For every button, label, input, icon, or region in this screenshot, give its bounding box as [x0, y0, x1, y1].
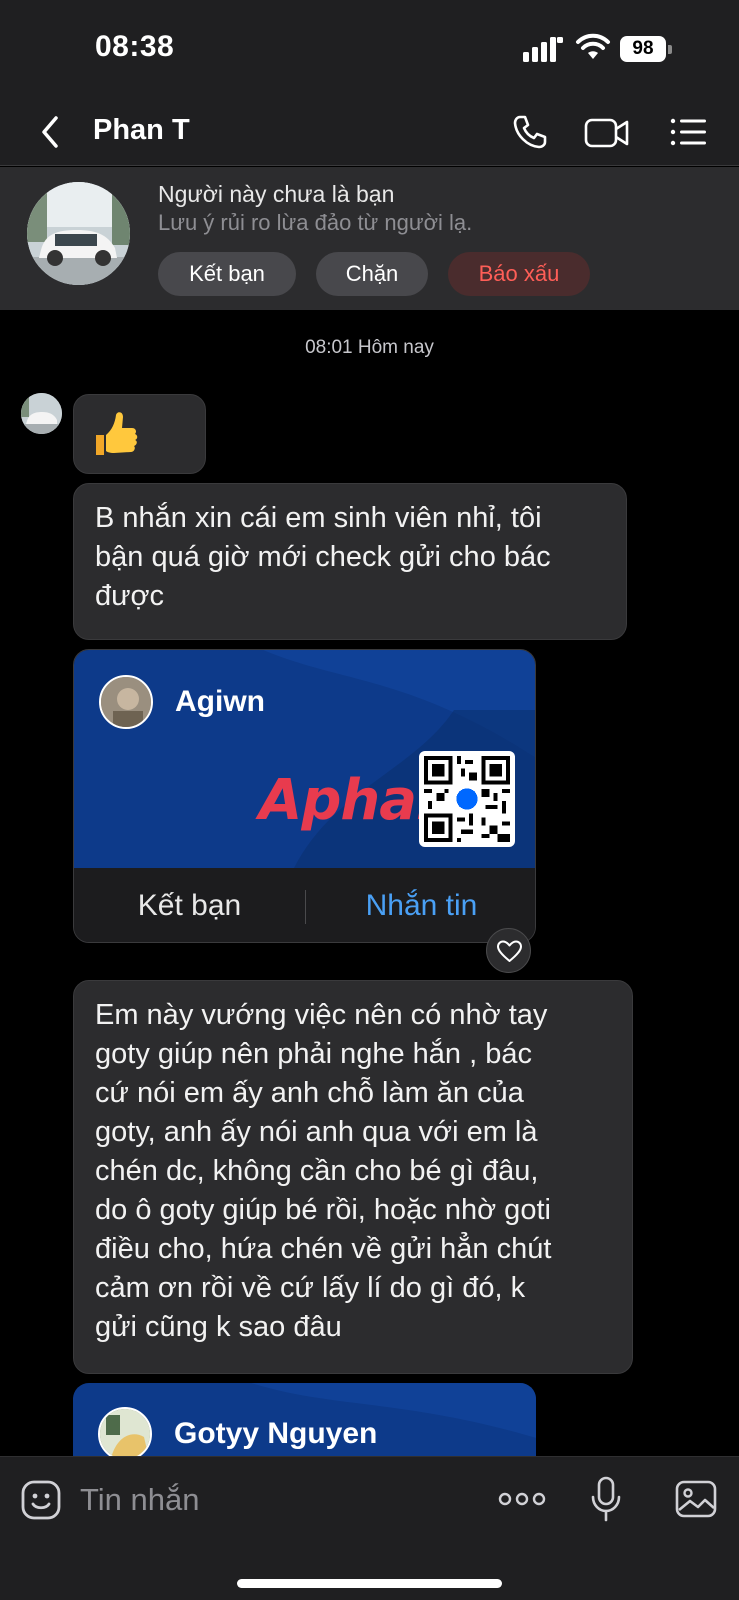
block-button[interactable]: Chặn	[316, 252, 428, 296]
text-message[interactable]: Em này vướng việc nên có nhờ tay goty gi…	[73, 980, 633, 1374]
heart-icon	[497, 940, 522, 962]
message-text: B nhắn xin cái em sinh viên nhỉ, tôi bận…	[95, 502, 551, 612]
text-message[interactable]: B nhắn xin cái em sinh viên nhỉ, tôi bận…	[73, 483, 627, 640]
qr-code	[419, 751, 515, 847]
sender-avatar[interactable]	[21, 393, 62, 434]
card-add-friend-button[interactable]: Kết bạn	[74, 868, 305, 942]
add-friend-button[interactable]: Kết bạn	[158, 252, 296, 296]
message-text: Em này vướng việc nên có nhờ tay goty gi…	[95, 999, 552, 1343]
status-bar: 08:38 98	[0, 0, 739, 100]
message-input[interactable]	[80, 1477, 460, 1523]
video-camera-icon[interactable]	[584, 112, 630, 152]
microphone-icon[interactable]	[590, 1475, 622, 1523]
card-avatar	[98, 1407, 152, 1461]
chat-title[interactable]: Phan T	[93, 114, 190, 147]
card-contact-name: Gotyy Nguyen	[174, 1417, 378, 1450]
cellular-signal-icon	[523, 37, 563, 62]
stranger-subtitle: Lưu ý rủi ro lừa đảo từ người lạ.	[158, 210, 473, 235]
wifi-icon	[576, 33, 610, 59]
contact-card-actions: Kết bạn Nhắn tin	[74, 868, 535, 942]
contact-avatar[interactable]	[27, 182, 130, 285]
card-contact-name: Agiwn	[175, 685, 265, 718]
emoji-sticker-icon[interactable]	[20, 1479, 62, 1521]
image-gallery-icon[interactable]	[674, 1479, 718, 1519]
contact-card[interactable]: Agiwn Aphang Kết bạn Nhắn tin	[73, 649, 536, 943]
stranger-warning-panel: Người này chưa là bạn Lưu ý rủi ro lừa đ…	[0, 167, 739, 310]
react-heart-button[interactable]	[486, 928, 531, 973]
back-icon[interactable]	[36, 112, 66, 152]
phone-icon[interactable]	[510, 112, 550, 152]
card-avatar	[99, 675, 153, 729]
chat-header: Phan T	[0, 100, 739, 166]
battery-level: 98	[620, 36, 666, 62]
report-button[interactable]: Báo xấu	[448, 252, 590, 296]
home-indicator	[237, 1579, 502, 1588]
date-separator: 08:01 Hôm nay	[305, 337, 434, 358]
contact-card-banner: Agiwn Aphang	[74, 650, 535, 868]
contact-card[interactable]: Gotyy Nguyen	[73, 1383, 536, 1463]
stranger-title: Người này chưa là bạn	[158, 181, 395, 207]
battery-icon: 98	[620, 36, 672, 62]
thumbs-up-icon	[96, 412, 138, 455]
status-time: 08:38	[95, 30, 175, 63]
more-options-icon[interactable]	[498, 1487, 546, 1511]
sticker-message[interactable]	[73, 394, 206, 474]
list-menu-icon[interactable]	[668, 112, 708, 152]
